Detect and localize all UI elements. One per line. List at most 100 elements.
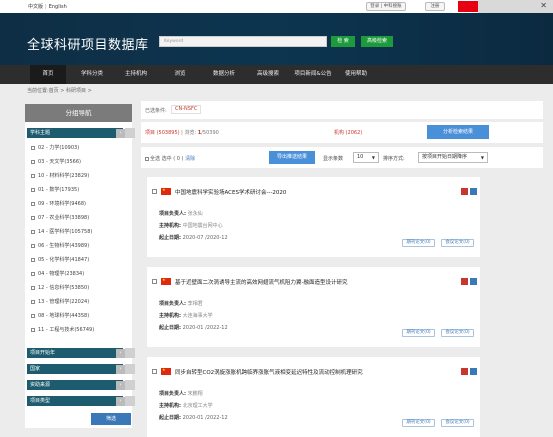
- section-source[interactable]: 资助来源: [27, 380, 123, 390]
- nav-analysis[interactable]: 数据分析: [206, 65, 242, 84]
- search-button[interactable]: 检 索: [331, 36, 355, 47]
- category-item[interactable]: 01 - 数学(17935): [31, 186, 79, 193]
- checkbox[interactable]: [31, 174, 35, 178]
- org-name[interactable]: 中国地震台网中心: [183, 223, 223, 229]
- favorite-icon[interactable]: [461, 368, 468, 375]
- nav-home[interactable]: 首页: [30, 65, 66, 84]
- nav-org[interactable]: 主持机构: [118, 65, 154, 84]
- leader-row: 项目负责人: 宋鹏翔: [159, 391, 203, 397]
- section-type-toggle[interactable]: [125, 396, 135, 406]
- checkbox[interactable]: [31, 272, 35, 276]
- checkbox[interactable]: [31, 188, 35, 192]
- lang-zh-link[interactable]: 中文版: [28, 4, 43, 10]
- chevron-right-icon[interactable]: ›: [116, 349, 125, 358]
- nav-subject[interactable]: 学科分类: [74, 65, 110, 84]
- close-icon[interactable]: ✕: [540, 1, 547, 10]
- category-item[interactable]: 09 - 环境科学(9468): [31, 200, 86, 207]
- category-item[interactable]: 11 - 工程与技术(56749): [31, 326, 94, 333]
- category-item[interactable]: 05 - 化学科学(41847): [31, 256, 89, 263]
- chevron-right-icon[interactable]: ›: [116, 381, 125, 390]
- category-item[interactable]: 07 - 农业科学(33898): [31, 214, 89, 221]
- login-button[interactable]: 登录 | 中科搜账: [366, 2, 406, 11]
- checkbox[interactable]: [31, 160, 35, 164]
- nav-adv-search[interactable]: 高级搜索: [250, 65, 286, 84]
- nav-browse[interactable]: 浏览: [162, 65, 198, 84]
- checkbox[interactable]: [31, 328, 35, 332]
- chevron-down-icon: ▼: [371, 155, 375, 160]
- journal-papers-button[interactable]: 期刊论文(0): [402, 329, 435, 337]
- page-size-select[interactable]: 10 ▼: [353, 152, 379, 163]
- result-checkbox[interactable]: [152, 189, 157, 194]
- section-year-toggle[interactable]: [125, 348, 135, 358]
- condition-bar: 已选条件: CN-NSFC: [141, 101, 543, 119]
- section-type[interactable]: 项目类型: [27, 396, 123, 406]
- clear-link[interactable]: 清除: [185, 156, 195, 162]
- nav-news[interactable]: 项目新闻&公告: [290, 65, 336, 84]
- category-item[interactable]: 04 - 物理学(23834): [31, 270, 84, 277]
- result-title[interactable]: 同步自转型CO2涡旋涨胀机跨临界涨胀气液相变延迟特性及流动控制机理研究: [175, 368, 363, 376]
- checkbox[interactable]: [31, 286, 35, 290]
- journal-papers-button[interactable]: 期刊论文(0): [402, 239, 435, 247]
- checkbox[interactable]: [31, 230, 35, 234]
- advanced-search-button[interactable]: 高级检索: [361, 36, 393, 47]
- sidebar: 分组导航 学科主题 02 - 力学(10903) 03 - 天文学(3566) …: [25, 104, 135, 428]
- journal-papers-button[interactable]: 期刊论文(0): [402, 419, 435, 427]
- checkbox[interactable]: [31, 216, 35, 220]
- china-flag-icon: [161, 187, 171, 195]
- chevron-right-icon[interactable]: ›: [116, 365, 125, 374]
- category-item[interactable]: 14 - 医学科学(105758): [31, 228, 92, 235]
- conference-papers-button[interactable]: 会议论文(0): [441, 239, 474, 247]
- result-checkbox[interactable]: [152, 369, 157, 374]
- nav-help[interactable]: 使用帮助: [338, 65, 374, 84]
- select-all-label[interactable]: 全选: [150, 156, 160, 162]
- checkbox[interactable]: [31, 146, 35, 150]
- org-row: 主持机构: 北京理工大学: [159, 403, 213, 409]
- checkbox[interactable]: [31, 202, 35, 206]
- lang-en-link[interactable]: English: [49, 4, 67, 10]
- category-item[interactable]: 06 - 生物科学(43989): [31, 242, 89, 249]
- register-button[interactable]: 注册: [425, 2, 445, 11]
- project-count[interactable]: 项目 (503895): [145, 130, 180, 136]
- section-subject-toggle[interactable]: [125, 128, 135, 138]
- conference-papers-button[interactable]: 会议论文(0): [441, 419, 474, 427]
- section-country[interactable]: 国家: [27, 364, 123, 374]
- category-item[interactable]: 02 - 力学(10903): [31, 144, 79, 151]
- chevron-right-icon[interactable]: ›: [116, 129, 125, 138]
- section-country-toggle[interactable]: [125, 364, 135, 374]
- favorite-icon[interactable]: [461, 278, 468, 285]
- export-button[interactable]: 导出推送结果: [269, 151, 315, 164]
- category-item[interactable]: 10 - 材料科学(23829): [31, 172, 89, 179]
- share-icon[interactable]: [470, 278, 477, 285]
- sort-select[interactable]: 按项目开始日期降序 ▼: [418, 152, 488, 163]
- section-year[interactable]: 项目开始年: [27, 348, 123, 358]
- org-name[interactable]: 大连海事大学: [183, 313, 213, 319]
- category-item[interactable]: 03 - 天文学(3566): [31, 158, 81, 165]
- checkbox[interactable]: [31, 300, 35, 304]
- section-subject[interactable]: 学科主题: [27, 128, 123, 138]
- conference-papers-button[interactable]: 会议论文(0): [441, 329, 474, 337]
- category-item[interactable]: 12 - 信息科学(53850): [31, 284, 89, 291]
- chevron-right-icon[interactable]: ›: [116, 397, 125, 406]
- category-item[interactable]: 08 - 地球科学(44358): [31, 312, 89, 319]
- analyze-results-button[interactable]: 分析检索结果: [427, 125, 489, 139]
- select-all-checkbox[interactable]: [145, 157, 149, 161]
- condition-tag[interactable]: CN-NSFC: [171, 105, 202, 114]
- share-icon[interactable]: [470, 368, 477, 375]
- result-title[interactable]: 中国地震科学实验场ACES学术研讨会---2020: [175, 188, 286, 196]
- filter-button[interactable]: 筛选: [91, 413, 131, 425]
- result-checkbox[interactable]: [152, 279, 157, 284]
- checkbox[interactable]: [31, 314, 35, 318]
- org-count[interactable]: 机构 (2062): [334, 129, 362, 136]
- category-item[interactable]: 13 - 管理科学(22024): [31, 298, 89, 305]
- org-name[interactable]: 北京理工大学: [183, 403, 213, 409]
- favorite-icon[interactable]: [461, 188, 468, 195]
- leader-name[interactable]: 宋鹏翔: [188, 391, 203, 397]
- leader-name[interactable]: 李相君: [188, 301, 203, 307]
- checkbox[interactable]: [31, 258, 35, 262]
- share-icon[interactable]: [470, 188, 477, 195]
- section-source-toggle[interactable]: [125, 380, 135, 390]
- result-title[interactable]: 基于近壁面二次涡诱导主流的高效网翅流气机阻力翼-融面造型设计研究: [175, 278, 348, 286]
- leader-name[interactable]: 张永仙: [188, 211, 203, 217]
- search-input[interactable]: Keyword: [159, 36, 327, 47]
- checkbox[interactable]: [31, 244, 35, 248]
